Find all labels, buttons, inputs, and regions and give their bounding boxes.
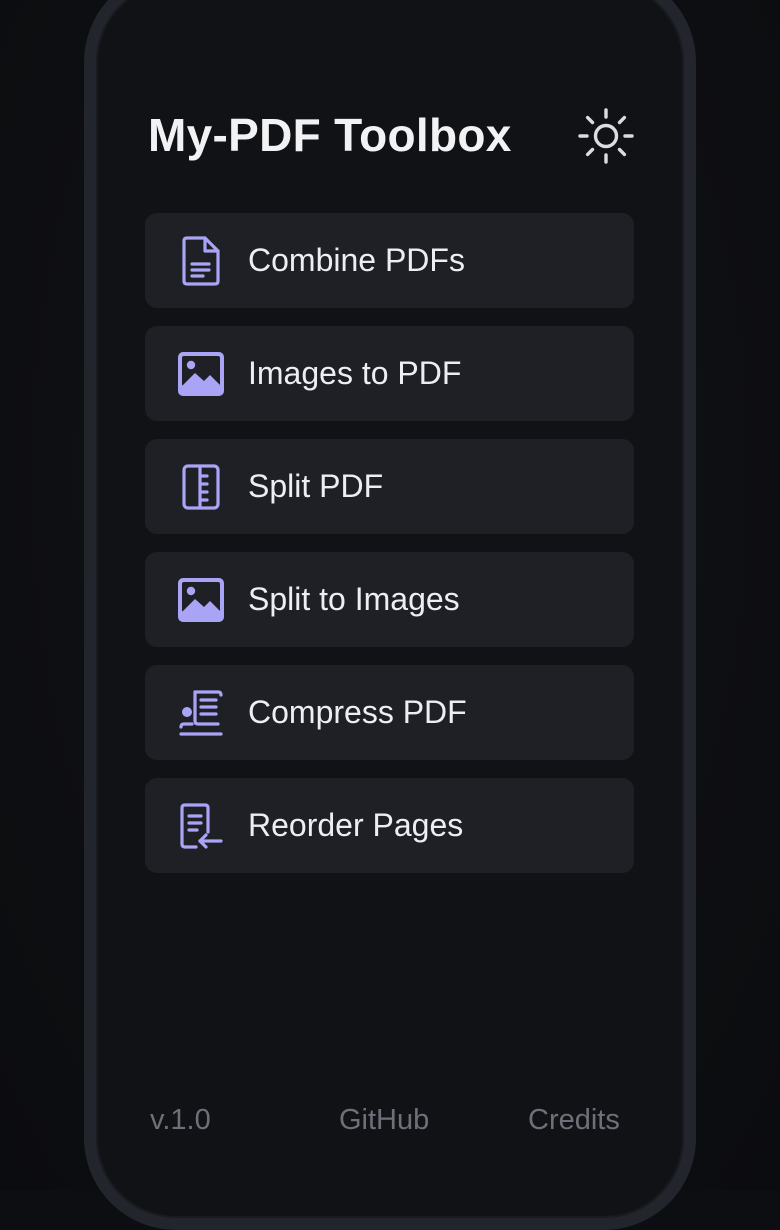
sun-icon — [577, 107, 635, 170]
image-icon — [177, 576, 225, 624]
tool-menu: Combine PDFs Images to PDF Split PDF Spl… — [145, 213, 634, 891]
credits-link[interactable]: Credits — [528, 1101, 620, 1139]
menu-item-split-to-images[interactable]: Split to Images — [145, 552, 634, 647]
menu-item-split-pdf[interactable]: Split PDF — [145, 439, 634, 534]
document-icon — [177, 235, 225, 286]
menu-item-reorder-pages[interactable]: Reorder Pages — [145, 778, 634, 873]
version-label: v.1.0 — [150, 1104, 211, 1136]
image-icon — [177, 350, 225, 398]
github-link[interactable]: GitHub — [339, 1101, 429, 1139]
split-icon — [177, 463, 225, 511]
menu-item-label: Split to Images — [248, 581, 460, 617]
theme-toggle-button[interactable] — [576, 107, 636, 170]
menu-item-label: Compress PDF — [248, 694, 467, 730]
menu-item-combine-pdfs[interactable]: Combine PDFs — [145, 213, 634, 308]
compress-icon — [177, 689, 225, 737]
menu-item-compress-pdf[interactable]: Compress PDF — [145, 665, 634, 760]
menu-item-label: Images to PDF — [248, 355, 462, 391]
menu-item-label: Split PDF — [248, 468, 384, 504]
reorder-icon — [177, 802, 225, 850]
app-title: My-PDF Toolbox — [148, 109, 512, 161]
menu-item-images-to-pdf[interactable]: Images to PDF — [145, 326, 634, 421]
menu-item-label: Combine PDFs — [248, 242, 465, 278]
menu-item-label: Reorder Pages — [248, 807, 464, 843]
